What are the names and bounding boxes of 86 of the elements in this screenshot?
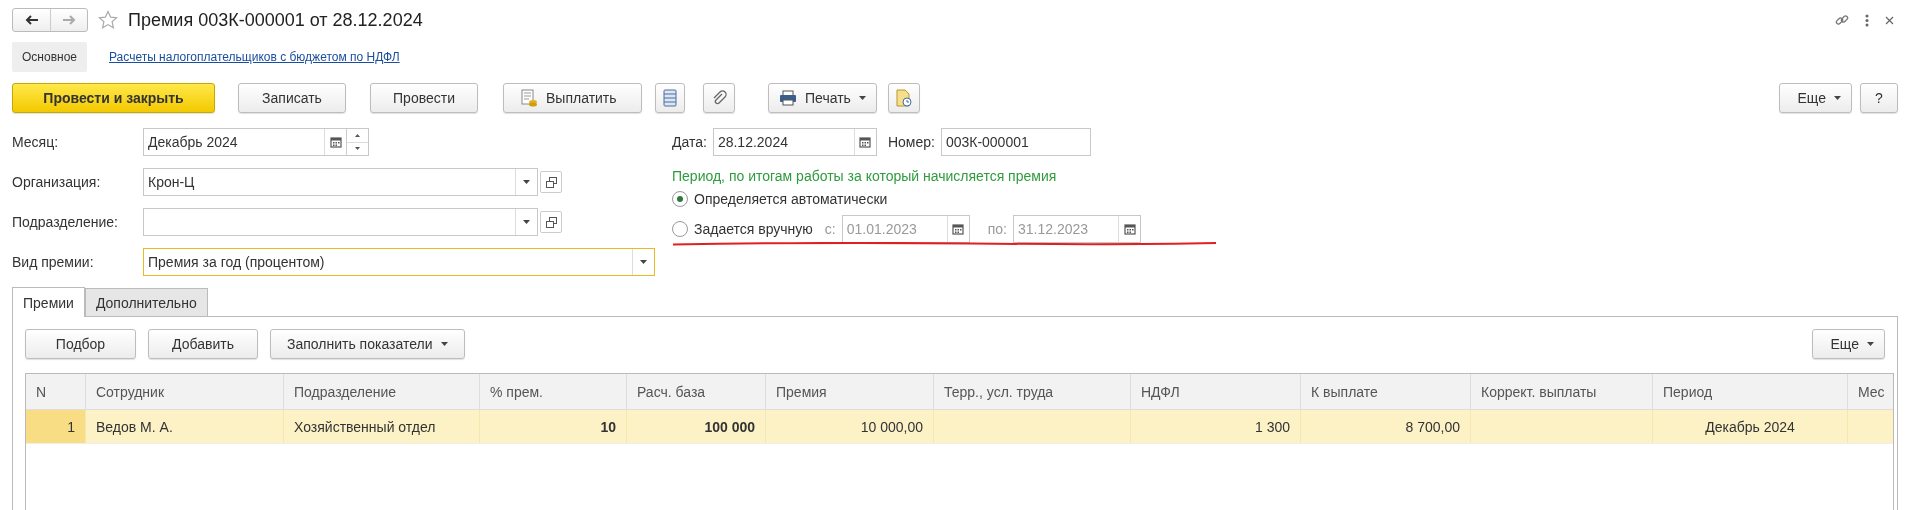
field-label: Месяц: [12, 134, 60, 150]
calendar-icon [329, 136, 342, 148]
windows-icon [545, 176, 557, 188]
radio-label: Определяется автоматически [694, 191, 888, 207]
month-field[interactable]: Декабрь 2024 [143, 128, 369, 156]
document-clock-icon [895, 89, 912, 107]
windows-icon [545, 216, 557, 228]
field-label: Номер: [887, 134, 935, 150]
caret-icon [440, 342, 448, 346]
caret-icon [523, 220, 530, 224]
field-label: Вид премии: [12, 254, 95, 270]
caret-icon [523, 180, 530, 184]
column-header[interactable]: Расч. база [627, 374, 766, 409]
tab[interactable]: Дополнительно [84, 288, 208, 316]
select-field[interactable]: Крон-Ц [143, 168, 538, 196]
section-heading: Период, по итогам работы за который начисляется премия [672, 167, 1058, 184]
table-cell: Ведов М. А. [86, 410, 284, 443]
section-tab[interactable]: Основное [12, 42, 87, 72]
field-label: Подразделение: [12, 214, 119, 230]
date-field[interactable]: 28.12.2024 [712, 128, 877, 156]
column-header[interactable]: Подразделение [284, 374, 480, 409]
pick-button[interactable]: Подбор [25, 329, 136, 359]
field-label: с: [824, 221, 836, 237]
report-button[interactable] [887, 83, 920, 113]
select-field[interactable]: Премия за год (процентом) [143, 248, 655, 276]
forward-arrow-icon [62, 15, 76, 25]
printer-icon [779, 90, 797, 106]
table-cell: 1 300 [1131, 410, 1301, 443]
fill-indicators-button[interactable]: Заполнить показатели [270, 329, 465, 359]
section-link[interactable]: Расчеты налогоплательщиков с бюджетом по НДФЛ [99, 42, 410, 72]
field-label: по: [987, 221, 1007, 237]
column-header[interactable]: Премия [766, 374, 934, 409]
print-button[interactable]: Печать [768, 83, 877, 113]
column-header[interactable]: Период [1653, 374, 1848, 409]
column-header[interactable]: НДФЛ [1131, 374, 1301, 409]
tab[interactable]: Премии [12, 287, 85, 317]
caret-icon [858, 96, 866, 100]
list-icon [663, 89, 677, 107]
open-button[interactable] [540, 171, 562, 193]
close-icon[interactable] [1885, 15, 1894, 25]
post-button[interactable]: Провести [370, 83, 478, 113]
calendar-icon [1123, 223, 1136, 235]
caret-icon [640, 260, 647, 264]
column-header[interactable]: Мес [1848, 374, 1893, 409]
help-button[interactable]: ? [1860, 83, 1898, 113]
table-cell: Декабрь 2024 [1653, 410, 1848, 443]
radio-label: Задается вручную [694, 221, 813, 237]
select-field[interactable] [143, 208, 538, 236]
list-button[interactable] [655, 83, 685, 113]
more-button[interactable]: Еще [1778, 83, 1852, 113]
field-label: Организация: [12, 174, 102, 190]
table-cell: 8 700,00 [1301, 410, 1471, 443]
down-arrow-icon [355, 147, 360, 151]
table-cell: 10 000,00 [766, 410, 934, 443]
table-row[interactable]: 1 Ведов М. А. Хозяйственный отдел 10 100 000 10 000,00 1 300 8 700,00 Декабрь 2024 [26, 410, 1893, 444]
table-cell: 1 [26, 410, 86, 443]
caret-icon [1834, 96, 1841, 100]
pay-button[interactable]: Выплатить [503, 83, 642, 113]
post-and-close-button[interactable]: Провести и закрыть [12, 83, 215, 113]
calendar-icon [952, 223, 965, 235]
table-cell: Хозяйственный отдел [284, 410, 480, 443]
caret-icon [1867, 342, 1874, 346]
attach-button[interactable] [703, 83, 735, 113]
table-cell: 10 [480, 410, 627, 443]
window-title: Премия 003К-000001 от 28.12.2024 [128, 9, 423, 31]
number-field[interactable]: 003К-000001 [940, 128, 1091, 156]
calendar-icon [859, 136, 872, 148]
up-arrow-icon [355, 133, 360, 137]
field-label: Дата: [672, 134, 707, 150]
paperclip-icon [711, 90, 727, 106]
back-arrow-icon [24, 15, 39, 25]
column-header[interactable]: Коррект. выплаты [1471, 374, 1653, 409]
open-button[interactable] [540, 211, 562, 233]
column-header[interactable]: Сотрудник [86, 374, 284, 409]
save-button[interactable]: Записать [238, 83, 346, 113]
link-icon[interactable] [1835, 13, 1849, 27]
more-button[interactable]: Еще [1811, 329, 1885, 359]
add-button[interactable]: Добавить [148, 329, 258, 359]
column-header[interactable]: N [26, 374, 86, 409]
table-cell: 100 000 [627, 410, 766, 443]
star-icon[interactable] [98, 10, 118, 30]
column-header[interactable]: % прем. [480, 374, 627, 409]
more-icon[interactable] [1865, 13, 1869, 27]
column-header[interactable]: К выплате [1301, 374, 1471, 409]
document-coins-icon [520, 89, 538, 107]
column-header[interactable]: Терр., усл. труда [934, 374, 1131, 409]
